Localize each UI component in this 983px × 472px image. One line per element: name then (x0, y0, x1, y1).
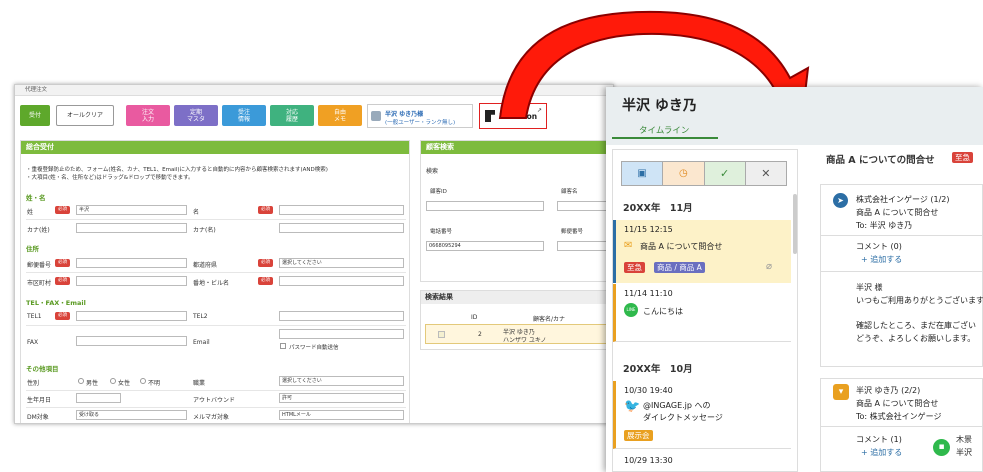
message-card: ➤ 株式会社インゲージ (1/2) 商品 A について問合せ To: 半沢 ゆき… (820, 184, 983, 367)
customer-search-panel: 顧客検索 検索 顧客ID 顧客名 電話番号 0668095294 郵便番号 (420, 140, 613, 282)
urgent-tag: 至急 (624, 262, 645, 273)
pref-select[interactable]: 選択してください (279, 258, 404, 268)
order-window: 代理注文 受付 オールクリア 注文 入力 定期 マスタ 受注 情報 対応 履歴 … (14, 84, 614, 424)
male-radio[interactable] (78, 378, 84, 384)
inbox-icon: ▾ (833, 384, 849, 400)
filter-bar: ▣ ◷ ✓ ✕ (621, 161, 787, 186)
timeline-item[interactable]: 11/15 12:15 ✉ 商品 A について問合せ 至急 商品 / 商品 A … (613, 220, 791, 283)
mail-icon: ✉ (624, 240, 633, 251)
outbound-select[interactable]: 許可 (279, 393, 404, 403)
master-button[interactable]: 定期 マスタ (174, 105, 218, 126)
panel-title: 総合受付 (21, 141, 409, 154)
user-rank: (一般ユーザー・ランク無し) (385, 120, 456, 126)
zip-input[interactable] (76, 258, 187, 268)
mail-select[interactable]: HTMLメール (279, 410, 404, 420)
city-input[interactable] (76, 276, 187, 286)
month-header: 20XX年 10月 (623, 364, 693, 375)
user-name: 半沢 ゆき乃様 (385, 111, 424, 118)
customer-id-input[interactable] (426, 201, 544, 211)
timeline-list: ▣ ◷ ✓ ✕ 20XX年 11月 11/15 12:15 ✉ 商品 A につい… (612, 149, 798, 472)
kana-sei-input[interactable] (76, 223, 187, 233)
send-icon: ➤ (833, 193, 848, 208)
chat-icon: ▪ (933, 439, 950, 456)
receive-info-button[interactable]: 受注 情報 (222, 105, 266, 126)
tel1-input[interactable] (76, 311, 187, 321)
order-entry-button[interactable]: 注文 入力 (126, 105, 170, 126)
user-icon (371, 111, 381, 121)
urgent-badge: 至急 (952, 152, 973, 163)
mei-input[interactable] (279, 205, 404, 215)
close-icon[interactable]: ✕ (745, 162, 786, 185)
row-checkbox[interactable] (438, 331, 445, 338)
scrollbar[interactable] (793, 194, 797, 254)
tel2-input[interactable] (279, 311, 404, 321)
inbox-icon[interactable]: ▣ (622, 162, 664, 185)
phone-input[interactable]: 0668095294 (426, 241, 544, 251)
timeline-item[interactable]: 10/30 19:40 🐦 @INGAGE.jp への ダイレクトメッセージ 展… (613, 381, 791, 449)
product-tag: 商品 / 商品 A (654, 262, 705, 273)
memo-button[interactable]: 自由 メモ (318, 105, 362, 126)
event-tag: 展示会 (624, 430, 653, 441)
month-header: 20XX年 11月 (623, 203, 693, 214)
history-button[interactable]: 対応 履歴 (270, 105, 314, 126)
tab-timeline[interactable]: タイムライン (639, 124, 689, 136)
clear-all-button[interactable]: オールクリア (56, 105, 114, 126)
attachment-icon: ⌀ (766, 261, 773, 272)
timeline-item[interactable]: 11/14 11:10 LINE こんにちは (613, 284, 791, 342)
dm-select[interactable]: 受け取る (76, 410, 187, 420)
kana-mei-input[interactable] (279, 223, 404, 233)
accept-button[interactable]: 受付 (20, 105, 50, 126)
fax-input[interactable] (76, 336, 187, 346)
message-card: ▾ 半沢 ゆき乃 (2/2) 商品 A について問合せ To: 株式会社インゲー… (820, 378, 983, 472)
line-icon: LINE (624, 303, 638, 317)
email-input[interactable] (279, 329, 404, 339)
job-select[interactable]: 選択してください (279, 376, 404, 386)
relation-window: 半沢 ゆき乃 タイムライン ▣ ◷ ✓ ✕ 20XX年 11月 11/15 12… (606, 87, 983, 472)
add-comment-button[interactable]: + 追加する (861, 447, 902, 458)
female-radio[interactable] (110, 378, 116, 384)
birthday-input[interactable] (76, 393, 121, 403)
sei-input[interactable]: 半沢 (76, 205, 187, 215)
clock-icon[interactable]: ◷ (663, 162, 705, 185)
user-card[interactable]: 半沢 ゆき乃様 (一般ユーザー・ランク無し) (367, 104, 473, 128)
general-reception-panel: 総合受付 ・重複登録防止のため、フォーム(姓名、カナ、TEL1、Email)に入… (20, 140, 410, 423)
search-results-panel: 検索結果 ID 顧客名/カナ 2 半沢 ゆき乃 ハンザワ ユキノ (420, 290, 613, 350)
pw-auto-checkbox[interactable] (280, 343, 286, 349)
customer-name: 半沢 ゆき乃 (622, 98, 697, 114)
table-row[interactable]: 2 半沢 ゆき乃 ハンザワ ユキノ (425, 324, 613, 344)
check-icon[interactable]: ✓ (704, 162, 746, 185)
add-comment-button[interactable]: + 追加する (861, 254, 902, 265)
street-input[interactable] (279, 276, 404, 286)
twitter-icon: 🐦 (624, 399, 641, 414)
detail-title: 商品 A についての問合せ (826, 155, 935, 166)
unknown-radio[interactable] (140, 378, 146, 384)
